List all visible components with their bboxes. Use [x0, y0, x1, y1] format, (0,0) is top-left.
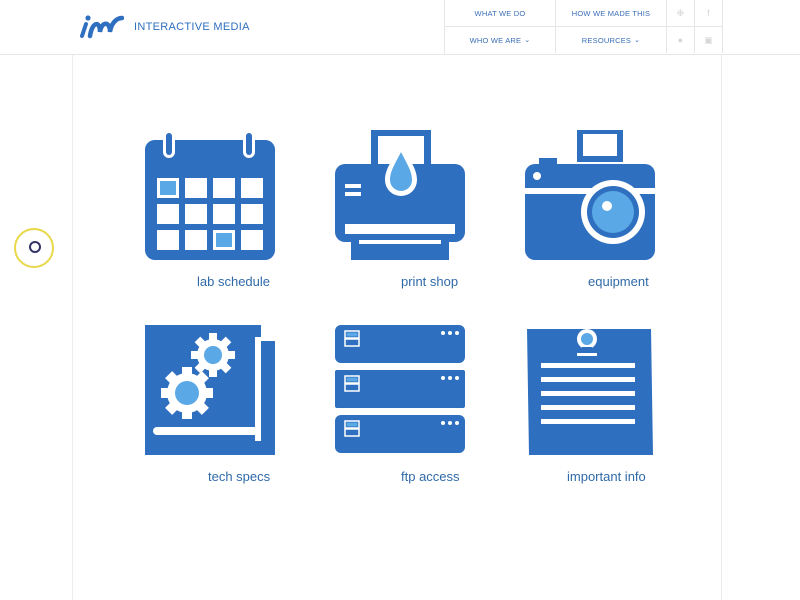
cursor-icon: [29, 241, 41, 253]
twitter-link[interactable]: ❉: [667, 0, 695, 27]
instagram-icon: ▣: [704, 34, 713, 45]
nav-how-we-made-this-label: HOW WE MADE THIS: [571, 8, 651, 18]
nav-what-we-do-label: WHAT WE DO: [474, 8, 526, 18]
nav-how-we-made-this[interactable]: HOW WE MADE THIS: [556, 0, 667, 27]
notepad-icon: [527, 329, 653, 455]
mouse-cursor-highlight: [14, 228, 54, 268]
server-icon: [335, 325, 465, 453]
nav-who-we-are-label: WHO WE ARE: [469, 35, 522, 45]
instagram-link[interactable]: ▣: [695, 27, 723, 53]
main-nav: WHAT WE DO HOW WE MADE THIS ❉ f WHO WE A…: [444, 0, 723, 54]
pinterest-link[interactable]: ●: [667, 27, 695, 53]
tile-label: equipment: [588, 274, 649, 289]
brand-logo[interactable]: INTERACTIVE MEDIA: [80, 14, 250, 40]
nav-who-we-are[interactable]: WHO WE ARE ⌄: [445, 27, 556, 53]
tile-equipment[interactable]: equipment: [520, 128, 660, 289]
nav-resources-label: RESOURCES: [581, 35, 632, 45]
nav-resources[interactable]: RESOURCES ⌄: [556, 27, 667, 53]
tile-label: ftp access: [401, 469, 460, 484]
tile-label: important info: [567, 469, 646, 484]
tile-label: tech specs: [208, 469, 271, 484]
nav-what-we-do[interactable]: WHAT WE DO: [445, 0, 556, 27]
content-right-border: [721, 55, 722, 600]
brand-name: INTERACTIVE MEDIA: [134, 21, 250, 33]
camera-icon: [525, 130, 655, 260]
site-header: INTERACTIVE MEDIA WHAT WE DO HOW WE MADE…: [0, 0, 800, 55]
tile-lab-schedule[interactable]: lab schedule: [140, 128, 280, 289]
facebook-link[interactable]: f: [695, 0, 723, 27]
tile-ftp-access[interactable]: ftp access: [330, 323, 470, 484]
im-logo-icon: [80, 15, 124, 39]
calendar-icon: [145, 130, 275, 260]
tile-label: lab schedule: [197, 274, 270, 289]
tile-label: print shop: [401, 274, 459, 289]
facebook-icon: f: [707, 8, 710, 18]
tile-important-info[interactable]: important info: [520, 323, 660, 484]
tile-print-shop[interactable]: print shop: [330, 128, 470, 289]
gears-icon: [145, 325, 275, 455]
printer-icon: [335, 130, 465, 260]
chevron-down-icon: ⌄: [524, 37, 531, 44]
pinterest-icon: ●: [677, 35, 684, 45]
content-left-border: [72, 55, 73, 600]
twitter-icon: ❉: [676, 7, 685, 18]
chevron-down-icon: ⌄: [634, 37, 641, 44]
tile-tech-specs[interactable]: tech specs: [140, 323, 280, 484]
